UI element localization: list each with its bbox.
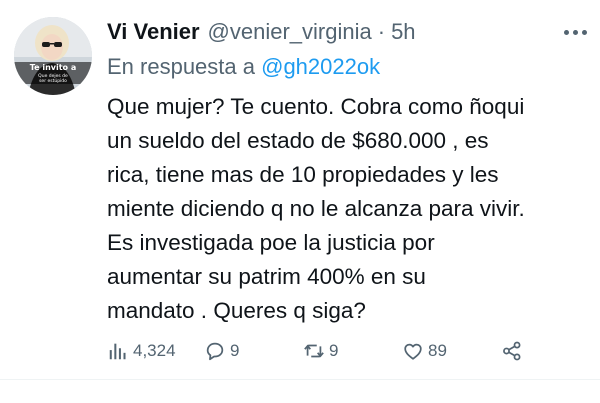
tweet-text-line: un sueldo del estado de $680.000 , es: [107, 128, 489, 153]
tweet-text: Que mujer? Te cuento. Cobra como ñoqui u…: [107, 90, 597, 328]
views-icon: [109, 343, 126, 360]
reply-button[interactable]: 9: [204, 336, 239, 366]
avatar-caption-1: Te invito a: [30, 63, 77, 72]
retweets-count: 9: [329, 341, 339, 360]
views-button[interactable]: 4,324: [107, 336, 176, 366]
likes-count: 89: [428, 341, 447, 360]
tweet-text-line: mandato . Queres q siga?: [107, 298, 366, 323]
avatar-image: Te invito a Que dejes de ser estúpido: [14, 17, 92, 95]
tweet-text-line: Es investigada poe la justicia por: [107, 230, 435, 255]
tweet-text-line: aumentar su patrim 400% en su: [107, 264, 426, 289]
retweet-button[interactable]: 9: [303, 336, 338, 366]
tweet-timestamp[interactable]: 5h: [391, 19, 415, 45]
author-handle[interactable]: @venier_virginia: [208, 19, 372, 45]
tweet-text-line: rica, tiene mas de 10 propiedades y les: [107, 162, 499, 187]
reply-to-handle-link[interactable]: @gh2022ok: [261, 54, 380, 79]
tweet-divider: [0, 379, 600, 380]
avatar-caption-3: ser estúpido: [39, 77, 67, 84]
like-button[interactable]: 89: [402, 336, 447, 366]
tweet-text-line: miente diciendo q no le alcanza para viv…: [107, 196, 525, 221]
action-bar: 4,324 9 9 89: [107, 336, 587, 366]
share-button[interactable]: [501, 336, 523, 366]
tweet-header: Vi Venier @venier_virginia · 5h: [107, 17, 416, 47]
author-name[interactable]: Vi Venier: [107, 19, 200, 45]
tweet[interactable]: Te invito a Que dejes de ser estúpido Vi…: [0, 0, 600, 380]
reply-prefix: En respuesta a: [107, 54, 255, 79]
replies-count: 9: [230, 341, 240, 360]
more-options-icon[interactable]: [560, 22, 590, 42]
share-icon: [503, 341, 521, 361]
views-count: 4,324: [133, 341, 176, 360]
avatar[interactable]: Te invito a Que dejes de ser estúpido: [14, 17, 92, 95]
heart-icon: [404, 343, 422, 360]
separator-dot: ·: [377, 19, 386, 44]
reply-icon: [206, 342, 224, 361]
reply-context: En respuesta a @gh2022ok: [107, 54, 380, 80]
retweet-icon: [304, 344, 324, 358]
tweet-text-line: Que mujer? Te cuento. Cobra como ñoqui: [107, 94, 525, 119]
